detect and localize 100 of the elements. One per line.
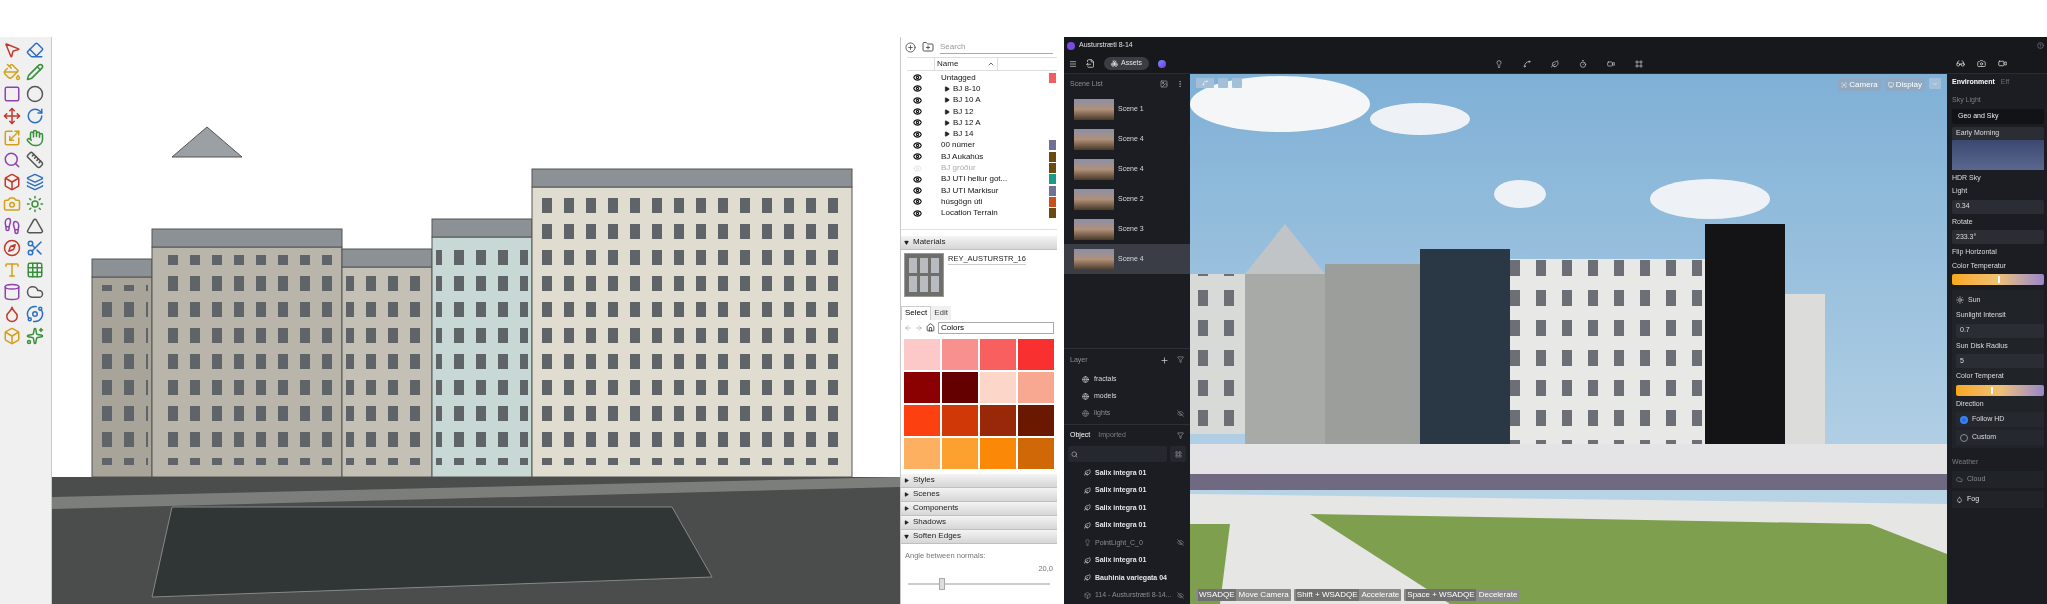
eye-icon[interactable] [913, 186, 922, 196]
tag-color-swatch[interactable] [1049, 174, 1056, 185]
home-icon[interactable] [926, 323, 935, 333]
color-swatch[interactable] [1018, 437, 1054, 469]
eraser-icon[interactable] [25, 41, 44, 59]
expand-arrow-icon[interactable] [944, 131, 950, 138]
filter-icon[interactable] [1177, 355, 1184, 363]
eye-icon[interactable] [913, 208, 922, 218]
hidden-eye-icon[interactable] [1177, 539, 1184, 547]
menu-icon[interactable] [1069, 59, 1077, 68]
pointer-icon[interactable] [3, 41, 21, 59]
library-dropdown[interactable]: Colors [938, 321, 1054, 334]
hidden-eye-icon[interactable] [1177, 591, 1184, 599]
leaf-icon[interactable] [1550, 59, 1559, 68]
add-tag-icon[interactable] [905, 41, 916, 53]
grid-view-button[interactable] [1170, 446, 1186, 462]
panel-section-header[interactable]: Styles [901, 473, 1057, 488]
lightbulb-icon[interactable] [1494, 59, 1503, 68]
scissors-icon[interactable] [25, 239, 44, 257]
eye-icon[interactable] [913, 95, 922, 105]
slider-thumb[interactable] [939, 578, 945, 591]
eye-icon[interactable] [913, 140, 922, 150]
angle-slider[interactable] [905, 578, 1053, 591]
picture-icon[interactable] [1160, 80, 1168, 88]
move-icon[interactable] [3, 107, 21, 125]
color-swatch[interactable] [904, 338, 940, 370]
eye-icon[interactable] [913, 84, 922, 94]
pencil-icon[interactable] [25, 63, 44, 81]
path-icon[interactable] [1522, 59, 1531, 68]
filter-icon[interactable] [1177, 432, 1184, 439]
footprints-icon[interactable] [3, 217, 21, 235]
eye-icon[interactable] [913, 107, 922, 117]
expand-arrow-icon[interactable] [944, 119, 950, 126]
tag-color-swatch[interactable] [1049, 151, 1056, 162]
circle-icon[interactable] [25, 85, 44, 103]
material-thumbnail[interactable] [904, 252, 944, 297]
expand-arrow-icon[interactable] [944, 97, 950, 104]
eye-icon[interactable] [913, 197, 922, 207]
tag-color-swatch[interactable] [1049, 140, 1056, 151]
color-swatch[interactable] [980, 437, 1016, 469]
eye-icon[interactable] [913, 73, 922, 83]
eye-icon[interactable] [913, 152, 922, 162]
hidden-eye-icon[interactable] [1177, 410, 1184, 417]
color-temperature-slider[interactable] [1956, 384, 2044, 396]
tag-color-swatch[interactable] [1049, 163, 1056, 173]
material-tab[interactable]: Edit [931, 305, 952, 320]
rotate-icon[interactable] [25, 107, 44, 125]
droplet-icon[interactable] [3, 305, 21, 323]
video-camera-icon[interactable] [1998, 59, 2007, 68]
file-export-icon[interactable] [1086, 59, 1095, 68]
compass-icon[interactable] [3, 239, 21, 257]
eye-icon[interactable] [913, 129, 922, 139]
color-swatch[interactable] [1018, 371, 1054, 403]
tag-color-swatch[interactable] [1049, 196, 1056, 207]
name-column-header[interactable]: Name [934, 58, 998, 70]
orbit-icon[interactable] [25, 305, 44, 323]
vr-glasses-icon[interactable] [1956, 59, 1965, 68]
eye-icon[interactable] [913, 118, 922, 128]
sparkle-icon[interactable] [25, 327, 44, 345]
cylinder-icon[interactable] [3, 283, 21, 301]
object-search-field[interactable] [1068, 446, 1167, 462]
color-swatch[interactable] [904, 437, 940, 469]
color-swatch[interactable] [904, 371, 940, 403]
help-icon[interactable] [2037, 42, 2044, 49]
ruler-icon[interactable] [25, 151, 44, 169]
color-swatch[interactable] [942, 338, 978, 370]
slider-thumb[interactable] [1991, 386, 1994, 394]
color-swatch[interactable] [1018, 404, 1054, 436]
triangle-icon[interactable] [25, 217, 44, 235]
search-icon[interactable] [3, 151, 21, 169]
add-icon[interactable] [1160, 355, 1169, 365]
cloud-icon[interactable] [25, 283, 44, 301]
camera-icon[interactable] [1977, 59, 1986, 68]
more-icon[interactable] [1176, 80, 1184, 88]
expand-arrow-icon[interactable] [944, 108, 950, 115]
layers-icon[interactable] [25, 173, 44, 191]
tag-color-swatch[interactable] [1049, 208, 1056, 219]
color-swatch[interactable] [980, 404, 1016, 436]
hand-icon[interactable] [25, 129, 44, 147]
eye-icon[interactable] [913, 174, 922, 184]
search-field[interactable]: Search [940, 40, 1053, 54]
material-tab[interactable]: Select [901, 305, 932, 320]
video-camera-icon[interactable] [1606, 59, 1615, 68]
frame-icon[interactable] [1634, 59, 1643, 68]
color-swatch[interactable] [904, 404, 940, 436]
expand-arrow-icon[interactable] [944, 85, 950, 92]
color-swatch[interactable] [1018, 338, 1054, 370]
grid-icon[interactable] [25, 261, 44, 279]
add-folder-icon[interactable] [922, 41, 934, 53]
color-temperature-slider[interactable] [1952, 274, 2044, 285]
color-swatch[interactable] [980, 338, 1016, 370]
timer-icon[interactable] [1578, 59, 1587, 68]
cube-icon[interactable] [3, 173, 21, 191]
tag-color-swatch[interactable] [1049, 185, 1056, 196]
color-swatch[interactable] [942, 371, 978, 403]
color-swatch[interactable] [942, 437, 978, 469]
sun-icon[interactable] [25, 195, 44, 213]
tag-color-swatch[interactable] [1049, 72, 1056, 83]
panel-section-header[interactable]: Materials [901, 235, 1057, 250]
color-swatch[interactable] [980, 371, 1016, 403]
